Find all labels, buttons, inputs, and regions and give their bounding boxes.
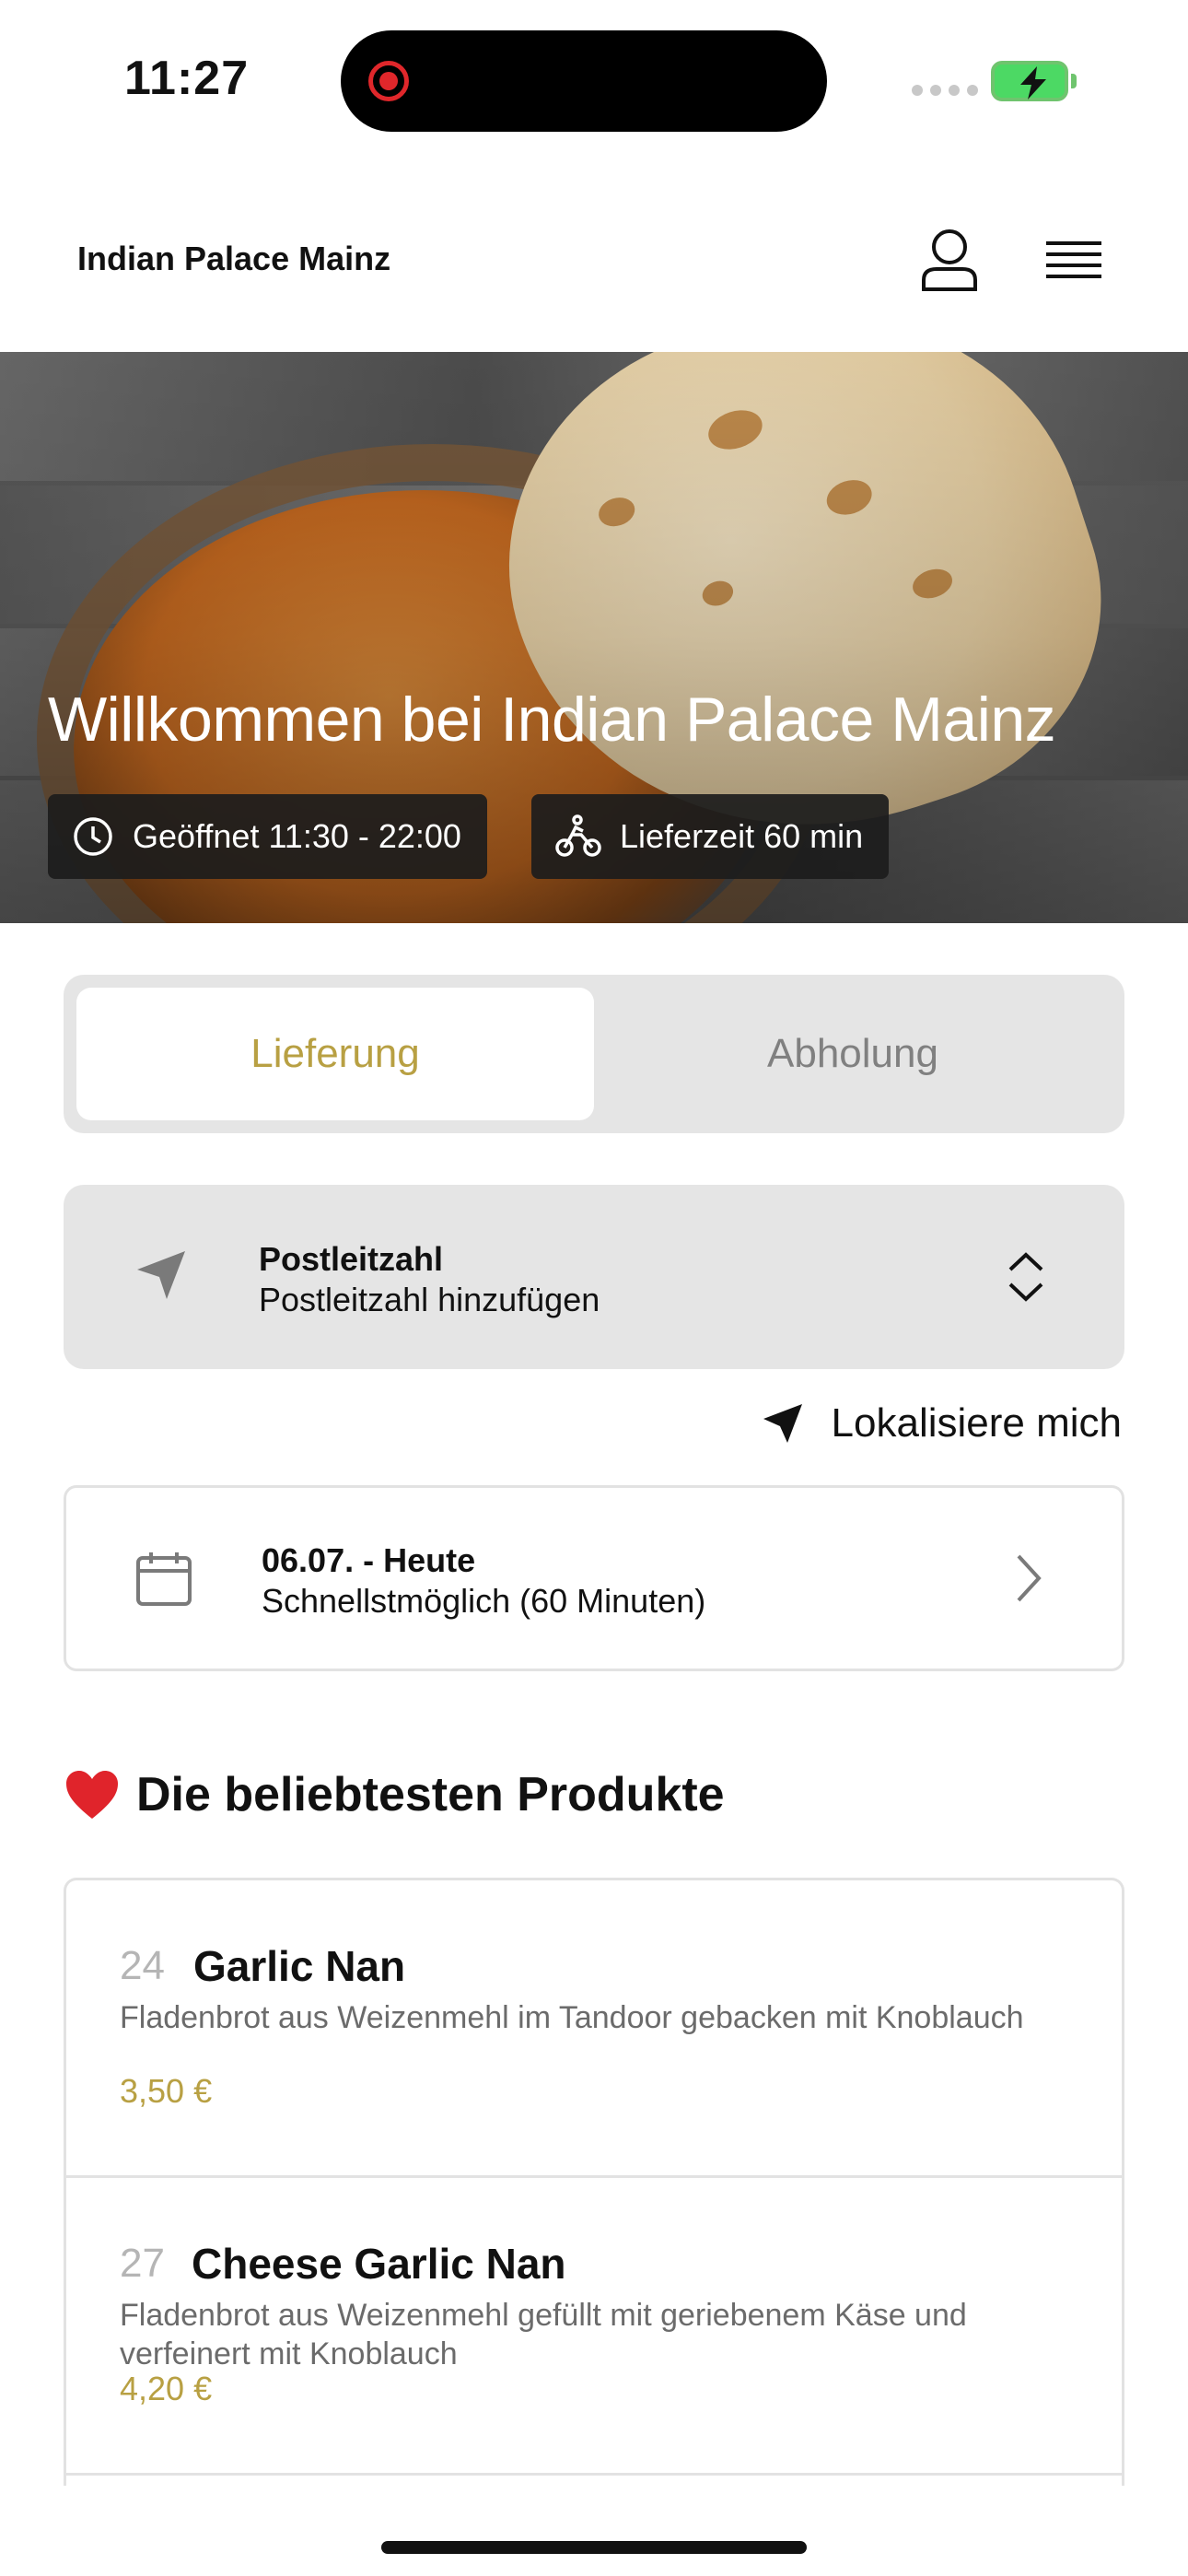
bicycle-courier-icon xyxy=(555,814,601,857)
popular-products-list: 24 Garlic Nan Fladenbrot aus Weizenmehl … xyxy=(64,1878,1124,2486)
dynamic-island xyxy=(341,30,827,132)
chevron-up-down-icon xyxy=(1008,1252,1043,1302)
delivery-time-text: Lieferzeit 60 min xyxy=(620,817,864,855)
location-arrow-icon xyxy=(137,1251,185,1299)
battery-charging-icon xyxy=(991,61,1068,101)
delivery-time-badge: Lieferzeit 60 min xyxy=(531,794,890,879)
product-price: 4,20 € xyxy=(120,2370,213,2407)
product-number: 27 xyxy=(120,2241,165,2286)
product-description: Fladenbrot aus Weizenmehl gefüllt mit ge… xyxy=(120,2298,967,2371)
status-time: 11:27 xyxy=(124,52,250,105)
popular-section-title: Die beliebtesten Produkte xyxy=(64,1767,725,1822)
postal-code-field[interactable]: Postleitzahl hinzufügen xyxy=(259,1281,600,1319)
app-header: Indian Palace Mainz xyxy=(0,212,1188,350)
postal-code-selector[interactable]: Postleitzahl Postleitzahl hinzufügen xyxy=(64,1185,1124,1369)
chevron-right-icon xyxy=(1017,1554,1042,1602)
product-item[interactable]: 27 Cheese Garlic Nan Fladenbrot aus Weiz… xyxy=(66,2178,1122,2476)
delivery-date-selector[interactable]: 06.07. - Heute Schnellstmöglich (60 Minu… xyxy=(64,1485,1124,1671)
opening-hours-text: Geöffnet 11:30 - 22:00 xyxy=(133,817,461,855)
battery-tip xyxy=(1071,74,1077,88)
opening-hours-badge: Geöffnet 11:30 - 22:00 xyxy=(48,794,487,879)
locate-me-label: Lokalisiere mich xyxy=(831,1400,1122,1446)
tab-delivery[interactable]: Lieferung xyxy=(76,988,594,1120)
restaurant-name[interactable]: Indian Palace Mainz xyxy=(77,240,390,278)
tab-pickup[interactable]: Abholung xyxy=(594,988,1112,1120)
hamburger-menu-icon[interactable] xyxy=(1039,225,1109,295)
delivery-date-label: 06.07. - Heute xyxy=(262,1541,476,1579)
screen-recording-icon xyxy=(368,61,409,101)
calendar-icon xyxy=(136,1552,192,1606)
signal-icon xyxy=(912,85,978,96)
location-arrow-icon xyxy=(763,1404,802,1443)
delivery-time-value: Schnellstmöglich (60 Minuten) xyxy=(262,1582,706,1620)
product-name: Garlic Nan xyxy=(193,1942,406,1990)
product-item[interactable]: 24 Garlic Nan Fladenbrot aus Weizenmehl … xyxy=(66,1880,1122,2178)
locate-me-button[interactable]: Lokalisiere mich xyxy=(762,1400,1122,1446)
product-price: 3,50 € xyxy=(120,2072,213,2110)
heart-icon xyxy=(66,1771,118,1819)
product-number: 24 xyxy=(120,1943,165,1988)
postal-code-label: Postleitzahl xyxy=(259,1240,444,1278)
popular-section-label: Die beliebtesten Produkte xyxy=(136,1768,725,1821)
order-mode-toggle: Lieferung Abholung xyxy=(64,975,1124,1133)
clock-icon xyxy=(74,817,112,856)
home-indicator[interactable] xyxy=(381,2541,807,2554)
product-name: Cheese Garlic Nan xyxy=(192,2240,566,2288)
hero-title: Willkommen bei Indian Palace Mainz xyxy=(48,685,1056,755)
user-icon[interactable] xyxy=(914,225,984,295)
hero-banner: Willkommen bei Indian Palace Mainz Geöff… xyxy=(0,352,1188,923)
product-description: Fladenbrot aus Weizenmehl im Tandoor geb… xyxy=(120,2000,1024,2035)
status-bar: 11:27 xyxy=(0,0,1188,157)
